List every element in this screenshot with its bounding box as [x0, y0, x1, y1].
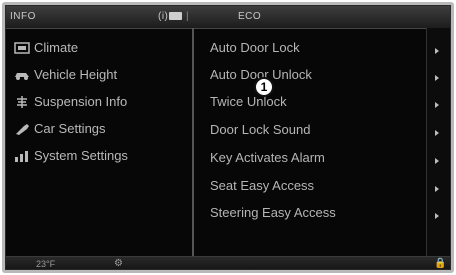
sidebar-item-suspension-info[interactable]: Suspension Info — [14, 93, 190, 113]
sidebar-item-label: Climate — [34, 40, 79, 55]
chevron-right-icon — [435, 158, 439, 164]
menu-item-door-lock-sound[interactable]: Door Lock Sound — [210, 122, 424, 142]
chevron-right-icon — [435, 102, 439, 108]
sidebar: Climate Vehicle Height Suspension Info C… — [6, 28, 192, 256]
suspension-icon — [17, 96, 27, 108]
chevron-right-icon — [435, 213, 439, 219]
settings-menu: Auto Door Lock Auto Door Unlock Twice Un… — [194, 28, 424, 256]
sidebar-item-vehicle-height[interactable]: Vehicle Height — [14, 66, 190, 86]
menu-item-twice-unlock[interactable]: Twice Unlock — [210, 94, 424, 114]
sidebar-item-label: Suspension Info — [34, 94, 128, 109]
chevron-right-icon — [435, 48, 439, 54]
sidebar-item-car-settings[interactable]: Car Settings — [14, 120, 190, 140]
sidebar-item-label: Vehicle Height — [34, 67, 118, 82]
menu-item-key-activates-alarm[interactable]: Key Activates Alarm — [210, 150, 424, 170]
top-status-bar: INFO (i) | ECO — [6, 6, 450, 29]
outside-temperature: 23°F — [36, 259, 56, 269]
battery-icon — [169, 12, 182, 20]
gear-icon: ⚙ — [114, 258, 123, 269]
display-screen: INFO (i) | ECO Climate Vehicle Height Su… — [5, 5, 451, 270]
info-icon: (i) — [158, 11, 169, 22]
vehicle-height-icon — [15, 73, 29, 80]
drive-mode-status: ECO — [238, 11, 262, 22]
callout-number-badge: 1 — [254, 77, 274, 97]
chevron-right-icon — [435, 75, 439, 81]
menu-item-steering-easy-access[interactable]: Steering Easy Access — [210, 205, 424, 225]
sidebar-item-climate[interactable]: Climate — [14, 39, 190, 59]
system-settings-icon — [15, 151, 28, 162]
car-settings-icon — [16, 124, 29, 135]
bottom-status-bar: 23°F ⚙ 🔒 — [6, 256, 450, 269]
sidebar-item-label: System Settings — [34, 148, 128, 163]
menu-scroll-column — [426, 28, 450, 256]
menu-item-seat-easy-access[interactable]: Seat Easy Access — [210, 178, 424, 198]
climate-icon — [14, 42, 30, 54]
chevron-right-icon — [435, 186, 439, 192]
lock-icon: 🔒 — [434, 258, 447, 269]
menu-item-auto-door-unlock[interactable]: Auto Door Unlock — [210, 67, 424, 87]
sidebar-item-system-settings[interactable]: System Settings — [14, 147, 190, 167]
chevron-right-icon — [435, 130, 439, 136]
header-separator: | — [186, 11, 190, 22]
sidebar-item-label: Car Settings — [34, 121, 106, 136]
screen-title: INFO — [10, 11, 36, 22]
menu-item-auto-door-lock[interactable]: Auto Door Lock — [210, 40, 424, 60]
